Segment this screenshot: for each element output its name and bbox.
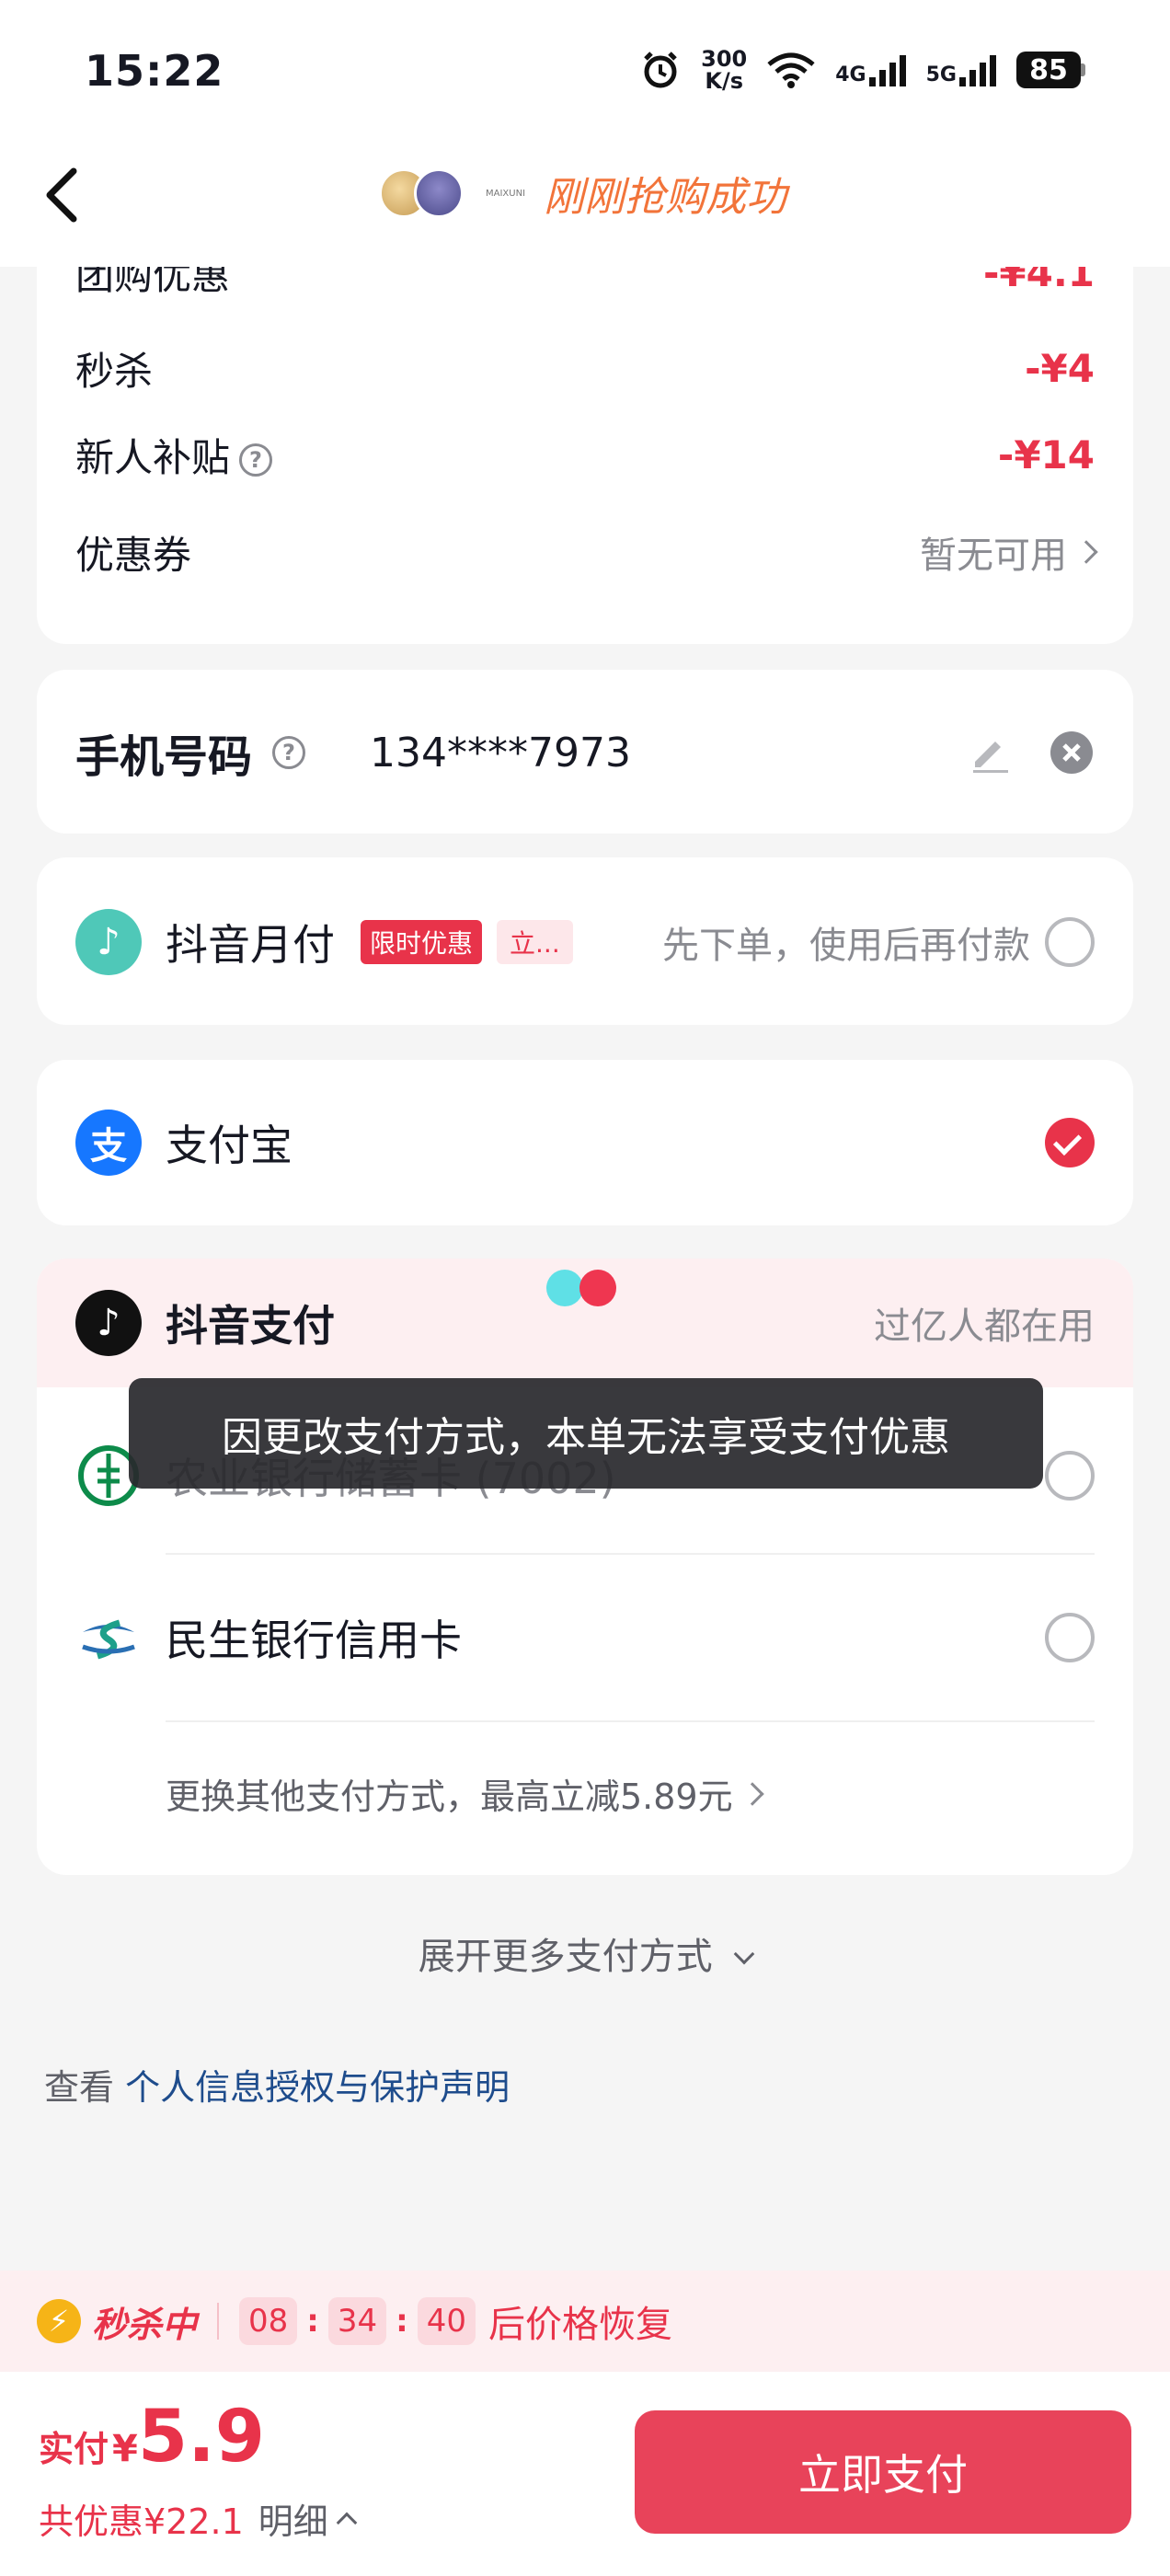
brand-text: MAIXUNI — [486, 188, 526, 199]
total-discount-row[interactable]: 共优惠¥22.1 明细 — [39, 2493, 358, 2544]
cmbc-credit-radio[interactable] — [1045, 1613, 1095, 1662]
signal-bars-icon — [868, 53, 906, 86]
lightning-icon: ⚡ — [37, 2299, 81, 2343]
status-icons: 300 K/s 4G 5G 85 — [640, 48, 1085, 92]
signal-bars-icon — [959, 53, 996, 86]
back-arrow-icon[interactable] — [37, 158, 92, 232]
promo-tag-secondary: 立... — [497, 920, 573, 964]
privacy-link[interactable]: 个人信息授权与保护声明 — [125, 2067, 510, 2108]
seckill-value: -¥4 — [1025, 345, 1095, 391]
newuser-row: 新人补贴? -¥14 — [75, 429, 1095, 480]
nav-title: 刚刚抢购成功 — [544, 174, 787, 221]
newuser-value: -¥14 — [997, 431, 1095, 477]
douyin-pay-card: ♪ 抖音支付 过亿人都在用 农业银行储蓄卡 (7002) 民生银行信用卡 — [37, 1259, 1133, 1875]
clear-icon[interactable] — [1049, 730, 1095, 776]
chevron-right-icon — [740, 1781, 764, 1806]
help-icon[interactable]: ? — [272, 736, 306, 769]
change-payment-text: 更换其他支付方式，最高立减5.89元 — [166, 1777, 733, 1817]
douyin-monthly-row[interactable]: ♪ 抖音月付 限时优惠 立... 先下单，使用后再付款 — [75, 909, 1095, 975]
change-payment-link[interactable]: 更换其他支付方式，最高立减5.89元 — [166, 1768, 764, 1819]
expand-more-payments[interactable]: 展开更多支付方式 — [0, 1926, 1170, 1980]
pay-now-button[interactable]: 立即支付 — [635, 2410, 1131, 2534]
promo-tag: 限时优惠 — [361, 920, 483, 964]
countdown-seconds: 40 — [417, 2297, 476, 2345]
detail-link[interactable]: 明细 — [258, 2493, 328, 2544]
speed-value: 300 — [701, 46, 748, 72]
douyin-monthly-icon: ♪ — [75, 909, 142, 975]
signal-5g-label: 5G — [925, 63, 957, 86]
seckill-label: 秒杀 — [75, 348, 154, 394]
status-time: 15:22 — [85, 46, 224, 96]
phone-value: 134****7973 — [370, 729, 631, 776]
signal-4g: 4G — [835, 53, 906, 86]
alipay-card[interactable]: 支 支付宝 — [37, 1060, 1133, 1225]
privacy-statement: 查看 个人信息授权与保护声明 — [44, 2059, 510, 2110]
newuser-label: 新人补贴 — [75, 434, 231, 480]
total-discount: 共优惠¥22.1 — [39, 2501, 244, 2542]
avatar — [414, 168, 464, 218]
cmbc-bank-icon — [82, 1619, 135, 1660]
alipay-row[interactable]: 支 支付宝 — [75, 1110, 1095, 1176]
divider — [217, 2303, 220, 2340]
discount-card: 团购优惠 -¥4.1 秒杀 -¥4 新人补贴? -¥14 优惠券 暂无可用 — [37, 221, 1133, 644]
chevron-down-icon — [734, 1943, 755, 1965]
seckill-suffix: 后价格恢复 — [488, 2304, 673, 2346]
douyin-pay-label: 抖音支付 — [166, 1301, 335, 1351]
toast-message: 因更改支付方式，本单无法享受支付优惠 — [129, 1378, 1043, 1489]
alipay-label: 支付宝 — [166, 1121, 292, 1170]
paid-amount: 实付 ¥ 5.9 — [39, 2396, 265, 2478]
help-icon[interactable]: ? — [239, 443, 273, 477]
douyin-monthly-radio[interactable] — [1045, 917, 1095, 967]
alipay-icon: 支 — [75, 1110, 142, 1176]
signal-5g: 5G — [926, 53, 996, 86]
phone-row: 手机号码 ? 134****7973 — [75, 725, 1095, 783]
phone-card: 手机号码 ? 134****7973 — [37, 670, 1133, 834]
douyin-logo-icon: ♪ — [75, 1290, 142, 1356]
nav-header: MAIXUNI 刚刚抢购成功 — [379, 164, 786, 223]
divider — [166, 1720, 1095, 1722]
currency-symbol: ¥ — [112, 2428, 138, 2470]
alipay-radio[interactable] — [1045, 1118, 1095, 1167]
speed-unit: K/s — [705, 68, 744, 94]
battery-icon: 85 — [1016, 52, 1085, 88]
battery-level: 85 — [1016, 52, 1081, 88]
wifi-icon — [767, 52, 815, 88]
paid-value: 5.9 — [137, 2396, 266, 2478]
edit-pencil-icon[interactable] — [968, 730, 1012, 775]
coupon-label: 优惠券 — [75, 532, 192, 578]
coupon-value: 暂无可用 — [920, 535, 1067, 577]
buyer-avatars — [379, 168, 464, 218]
expand-more-label: 展开更多支付方式 — [418, 1936, 713, 1978]
divider — [166, 1553, 1095, 1555]
douyin-monthly-card[interactable]: ♪ 抖音月付 限时优惠 立... 先下单，使用后再付款 — [37, 857, 1133, 1025]
alarm-icon — [644, 52, 677, 88]
chevron-right-icon — [1074, 540, 1098, 564]
seckill-row: 秒杀 -¥4 — [75, 342, 1095, 394]
loading-dots-icon — [546, 1270, 616, 1306]
abc-debit-radio[interactable] — [1045, 1451, 1095, 1501]
countdown-hours: 08 — [239, 2297, 298, 2345]
douyin-pay-hint: 过亿人都在用 — [874, 1305, 1095, 1348]
seckill-countdown-bar: ⚡ 秒杀中 08 : 34 : 40 后价格恢复 — [0, 2271, 1170, 2372]
status-bar: 15:22 300 K/s 4G 5G 85 — [0, 0, 1170, 147]
cmbc-credit-label: 民生银行信用卡 — [166, 1616, 462, 1665]
coupon-row[interactable]: 优惠券 暂无可用 — [75, 526, 1098, 578]
phone-label: 手机号码 — [75, 731, 253, 783]
paid-label: 实付 — [39, 2429, 109, 2469]
douyin-monthly-desc: 先下单，使用后再付款 — [662, 925, 1030, 967]
privacy-prefix: 查看 — [44, 2067, 115, 2108]
countdown-minutes: 34 — [327, 2297, 387, 2345]
chevron-up-icon — [336, 2512, 358, 2533]
network-speed: 300 K/s — [701, 48, 747, 92]
signal-4g-label: 4G — [835, 63, 866, 86]
cmbc-credit-option[interactable]: 民生银行信用卡 — [75, 1601, 1095, 1674]
douyin-monthly-label: 抖音月付 — [166, 920, 335, 970]
seckill-label: 秒杀中 — [92, 2304, 198, 2345]
